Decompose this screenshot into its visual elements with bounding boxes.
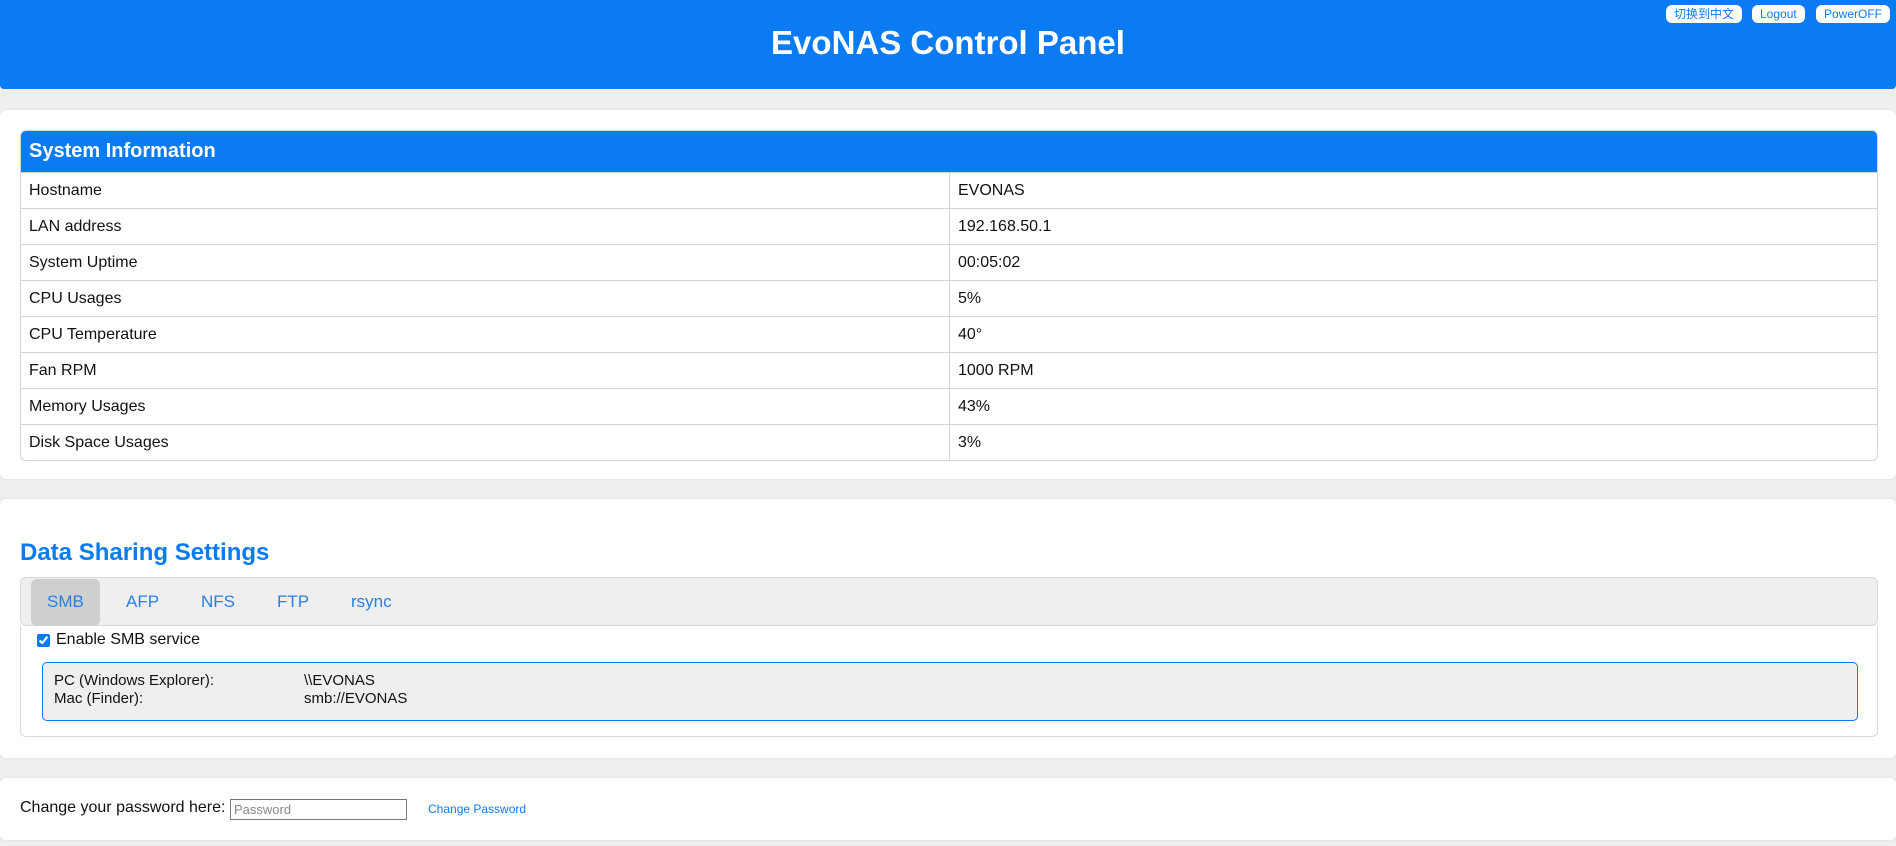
path-value-windows: \\EVONAS [304, 672, 375, 689]
table-row: Fan RPM 1000 RPM [21, 352, 1877, 388]
system-info-title: System Information [21, 131, 1877, 172]
tab-afp[interactable]: AFP [110, 578, 175, 625]
row-value-uptime: 00:05:02 [958, 254, 1021, 271]
header-bar: EvoNAS Control Panel 切换到中文 Logout PowerO… [0, 0, 1896, 89]
table-row: CPU Temperature 40° [21, 316, 1877, 352]
section-title: Data Sharing Settings [20, 539, 270, 566]
table-row: System Uptime 00:05:02 [21, 244, 1877, 280]
row-label-lan-address: LAN address [21, 209, 950, 244]
enable-smb-checkbox[interactable] [37, 633, 50, 647]
row-label-disk-usage: Disk Space Usages [21, 425, 950, 460]
smb-panel: Enable SMB service PC (Windows Explorer)… [20, 626, 1878, 737]
switch-language-button[interactable]: 切换到中文 [1666, 5, 1743, 23]
tab-ftp[interactable]: FTP [261, 578, 325, 625]
enable-smb-label: Enable SMB service [56, 631, 201, 648]
row-label-hostname: Hostname [21, 173, 950, 208]
data-sharing-card: Data Sharing Settings SMB AFP NFS FTP rs… [0, 499, 1896, 758]
row-value-cpu-temperature: 40° [958, 326, 983, 343]
row-value-cpu-usage: 5% [958, 290, 982, 307]
row-value-hostname: EVONAS [958, 182, 1025, 199]
enable-smb-row[interactable]: Enable SMB service [37, 631, 200, 649]
row-label-memory-usage: Memory Usages [21, 389, 950, 424]
table-row: Memory Usages 43% [21, 388, 1877, 424]
password-input[interactable] [230, 799, 407, 820]
share-paths-box: PC (Windows Explorer): \\EVONAS Mac (Fin… [42, 662, 1858, 721]
row-label-fan-rpm: Fan RPM [21, 353, 950, 388]
tab-nfs[interactable]: NFS [185, 578, 251, 625]
table-row: Hostname EVONAS [21, 172, 1877, 208]
table-row: LAN address 192.168.50.1 [21, 208, 1877, 244]
tab-rsync[interactable]: rsync [335, 578, 408, 625]
path-label-windows: PC (Windows Explorer): [54, 672, 215, 689]
sharing-tabs: SMB AFP NFS FTP rsync [20, 577, 1878, 626]
row-label-cpu-temperature: CPU Temperature [21, 317, 950, 352]
row-value-lan-address: 192.168.50.1 [958, 218, 1052, 235]
page-title: EvoNAS Control Panel [771, 24, 1125, 61]
row-label-cpu-usage: CPU Usages [21, 281, 950, 316]
row-label-uptime: System Uptime [21, 245, 950, 280]
system-info-table: System Information Hostname EVONAS LAN a… [20, 130, 1878, 461]
tab-smb[interactable]: SMB [31, 579, 100, 626]
path-value-mac: smb://EVONAS [304, 690, 408, 707]
password-card: Change your password here: Change Passwo… [0, 778, 1896, 840]
change-password-link[interactable]: Change Password [428, 802, 526, 816]
table-row: Disk Space Usages 3% [21, 424, 1877, 460]
table-row: CPU Usages 5% [21, 280, 1877, 316]
path-label-mac: Mac (Finder): [54, 690, 144, 707]
poweroff-button[interactable]: PowerOFF [1816, 5, 1891, 23]
row-value-memory-usage: 43% [958, 398, 991, 415]
password-label: Change your password here: [20, 799, 226, 816]
system-info-card: System Information Hostname EVONAS LAN a… [0, 110, 1896, 479]
row-value-disk-usage: 3% [958, 434, 982, 451]
row-value-fan-rpm: 1000 RPM [958, 362, 1034, 379]
logout-button[interactable]: Logout [1752, 5, 1805, 23]
